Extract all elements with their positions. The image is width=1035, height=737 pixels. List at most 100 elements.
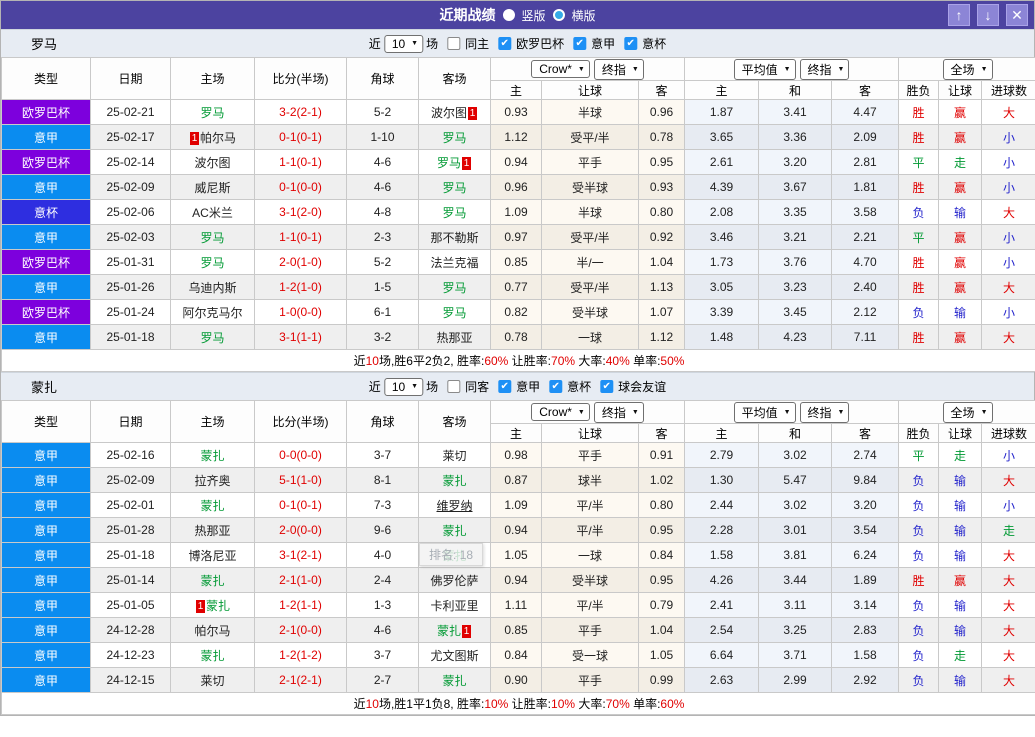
vertical-layout-radio[interactable]: [502, 9, 515, 21]
league-checkbox-coppa[interactable]: ✔: [624, 37, 638, 50]
team-link[interactable]: 蒙扎: [200, 574, 224, 588]
avg-home-cell: 4.26: [684, 567, 760, 593]
match-count-select[interactable]: 10 ▼: [383, 377, 424, 396]
team-link[interactable]: 蒙扎: [442, 674, 466, 688]
team-link[interactable]: 罗马: [200, 256, 224, 270]
move-up-button[interactable]: ↑: [948, 4, 970, 26]
team-link[interactable]: 热那亚: [194, 524, 230, 538]
summary-text: 10%: [551, 697, 576, 711]
team-link[interactable]: 博洛尼亚: [188, 549, 236, 563]
home-odds-cell: 1.12: [490, 124, 542, 150]
league-checkbox-europa[interactable]: ✔: [498, 37, 512, 50]
league-checkbox-friendly[interactable]: ✔: [600, 380, 614, 393]
away-odds-cell: 0.92: [637, 224, 686, 250]
team-link[interactable]: 蒙扎: [442, 524, 466, 538]
same-away-checkbox[interactable]: [447, 380, 461, 393]
team-link[interactable]: 蒙扎: [442, 549, 466, 563]
team-link[interactable]: 莱切: [442, 449, 466, 463]
avg-source-select[interactable]: 平均值 ▼: [733, 401, 796, 423]
avg-group-header: 平均值 ▼ 终指 ▼: [684, 400, 900, 424]
avg-away-cell: 2.12: [831, 299, 900, 325]
team-link[interactable]: 莱切: [200, 674, 224, 688]
league-checkbox-seriea[interactable]: ✔: [573, 37, 587, 50]
away-team-cell: 法兰克福: [418, 249, 491, 275]
team-link[interactable]: 波尔图: [431, 106, 467, 120]
team-link[interactable]: 蒙扎: [437, 624, 461, 638]
team-link[interactable]: 蒙扎: [206, 599, 230, 613]
team-link[interactable]: 佛罗伦萨: [430, 574, 478, 588]
same-home-checkbox[interactable]: [447, 37, 461, 50]
team-link[interactable]: 拉齐奥: [194, 474, 230, 488]
handicap-cell: 受一球: [541, 642, 639, 668]
league-label-seriea[interactable]: 意甲: [591, 35, 615, 52]
team-link[interactable]: 罗马: [200, 331, 224, 345]
col-away: 客场: [418, 57, 491, 100]
period-select[interactable]: 全场 ▼: [942, 58, 993, 80]
team-link[interactable]: 罗马: [200, 231, 224, 245]
league-checkbox-seriea[interactable]: ✔: [498, 380, 512, 393]
horizontal-layout-label[interactable]: 横版: [572, 7, 596, 24]
handicap-cell: 半/一: [541, 249, 639, 275]
team-link[interactable]: 蒙扎: [200, 499, 224, 513]
result-goals-cell: 小: [981, 124, 1035, 150]
odds-time-select[interactable]: 终指 ▼: [593, 58, 644, 80]
avg-away-cell: 3.54: [831, 517, 900, 543]
period-select[interactable]: 全场 ▼: [942, 401, 993, 423]
select-arrow-icon: ▼: [631, 408, 639, 416]
odds-source-select[interactable]: Crow* ▼: [531, 60, 590, 78]
team-link[interactable]: 罗马: [442, 306, 466, 320]
match-count-select[interactable]: 10 ▼: [383, 34, 424, 53]
team-link[interactable]: 罗马: [437, 156, 461, 170]
team-link[interactable]: 蒙扎: [200, 449, 224, 463]
home-team-cell: 1 蒙扎: [170, 592, 255, 618]
team-link[interactable]: 卡利亚里: [430, 599, 478, 613]
home-team-cell: 罗马: [170, 249, 255, 275]
odds-source-select[interactable]: Crow* ▼: [531, 403, 590, 421]
avg-time-select[interactable]: 终指 ▼: [799, 401, 850, 423]
team-link[interactable]: AC米兰: [192, 206, 233, 220]
horizontal-layout-radio[interactable]: [552, 9, 565, 21]
odds-time-select[interactable]: 终指 ▼: [593, 401, 644, 423]
league-checkbox-coppa[interactable]: ✔: [549, 380, 563, 393]
vertical-layout-label[interactable]: 竖版: [521, 7, 545, 24]
up-arrow-icon: ↑: [955, 7, 963, 23]
handicap-cell: 平手: [541, 442, 639, 468]
close-button[interactable]: ✕: [1006, 4, 1028, 26]
team-link[interactable]: 罗马: [442, 206, 466, 220]
avg-time-select[interactable]: 终指 ▼: [799, 58, 850, 80]
home-team-cell: 威尼斯: [170, 174, 255, 200]
team-link[interactable]: 罗马: [442, 131, 466, 145]
league-label-seriea[interactable]: 意甲: [516, 378, 540, 395]
avg-home-cell: 2.54: [684, 617, 760, 643]
team-name: 罗马: [31, 37, 58, 52]
team-link[interactable]: 尤文图斯: [430, 649, 478, 663]
team-link[interactable]: 波尔图: [194, 156, 230, 170]
team-link[interactable]: 法兰克福: [430, 256, 478, 270]
team-link[interactable]: 蒙扎: [200, 649, 224, 663]
league-label-europa[interactable]: 欧罗巴杯: [516, 35, 564, 52]
league-label-friendly[interactable]: 球会友谊: [618, 378, 666, 395]
team-link[interactable]: 威尼斯: [194, 181, 230, 195]
team-link[interactable]: 乌迪内斯: [188, 281, 236, 295]
avg-source-select[interactable]: 平均值 ▼: [733, 58, 796, 80]
select-arrow-icon: ▼: [411, 40, 419, 47]
same-away-label[interactable]: 同客: [465, 378, 489, 395]
league-label-coppa[interactable]: 意杯: [642, 35, 666, 52]
team-link[interactable]: 罗马: [200, 106, 224, 120]
result-handicap-cell: 输: [938, 517, 983, 543]
home-team-cell: 蒙扎: [170, 442, 255, 468]
move-down-button[interactable]: ↓: [977, 4, 999, 26]
team-link[interactable]: 罗马: [442, 181, 466, 195]
same-home-label[interactable]: 同主: [465, 35, 489, 52]
avg-home-cell: 2.28: [684, 517, 760, 543]
team-link[interactable]: 蒙扎: [442, 474, 466, 488]
team-link[interactable]: 帕尔马: [194, 624, 230, 638]
result-wdl-cell: 负: [898, 592, 940, 618]
league-label-coppa[interactable]: 意杯: [567, 378, 591, 395]
team-link[interactable]: 阿尔克马尔: [182, 306, 242, 320]
team-link[interactable]: 帕尔马: [200, 131, 236, 145]
team-link[interactable]: 维罗纳: [436, 499, 472, 513]
team-link[interactable]: 罗马: [442, 281, 466, 295]
team-link[interactable]: 热那亚: [436, 331, 472, 345]
team-link[interactable]: 那不勒斯: [430, 231, 478, 245]
